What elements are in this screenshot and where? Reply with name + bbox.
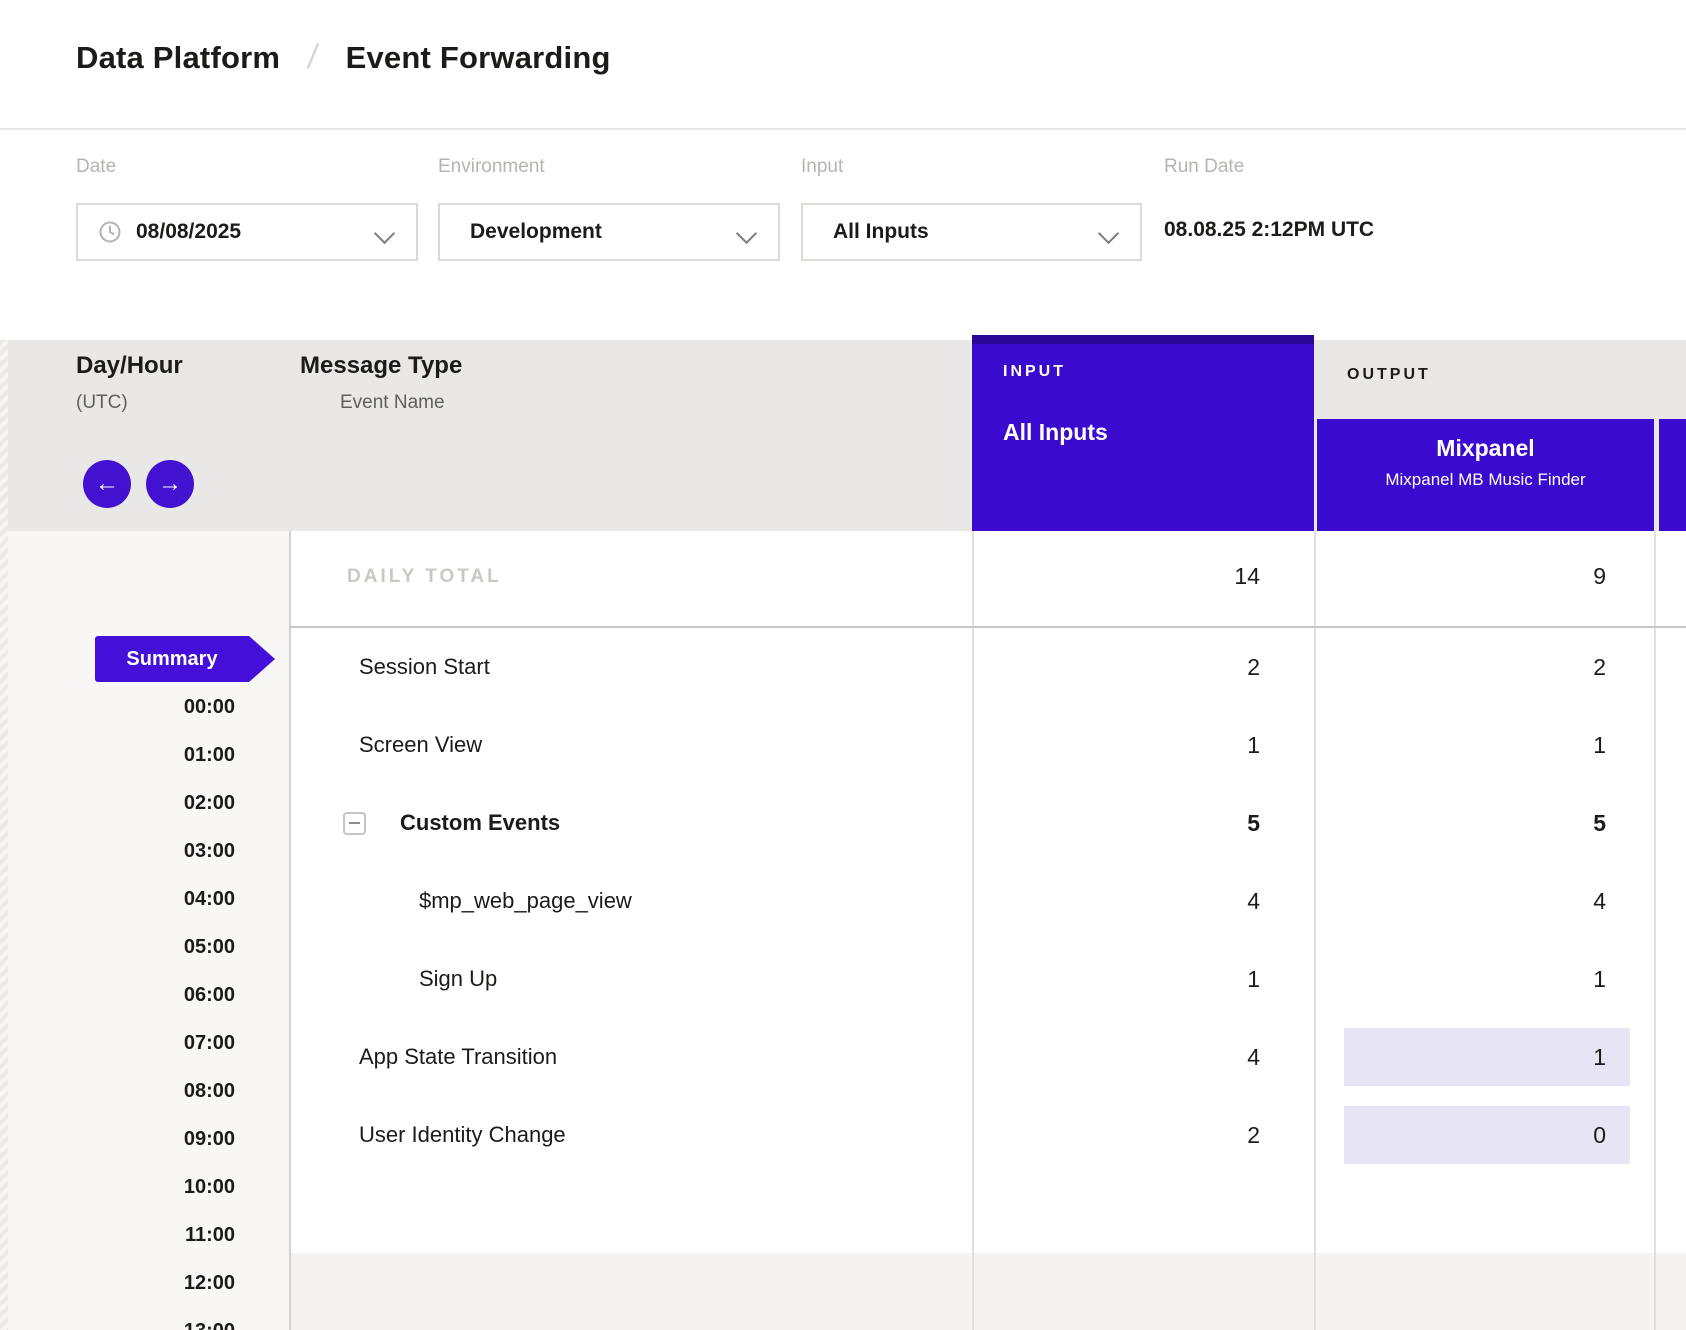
input-value: All Inputs (833, 220, 929, 244)
hour-item-0300[interactable]: 03:00 (0, 827, 235, 875)
output-name: Mixpanel (1436, 434, 1534, 462)
input-column-header[interactable]: INPUT All Inputs (972, 335, 1314, 531)
input-filter-label: Input (801, 156, 843, 178)
output-section-label: OUTPUT (1347, 366, 1431, 384)
table-row-custom-events: Custom Events 5 5 (0, 784, 1686, 862)
message-type-column-title: Message Type (300, 352, 462, 380)
breadcrumb-data-platform[interactable]: Data Platform (76, 40, 280, 76)
hour-item-1300[interactable]: 13:00 (0, 1307, 235, 1330)
row-input-value: 1 (972, 706, 1260, 784)
breadcrumb-bar: Data Platform / Event Forwarding (0, 0, 1686, 130)
summary-tag[interactable]: Summary (95, 636, 275, 682)
clock-icon (98, 220, 122, 244)
hour-item-0100[interactable]: 01:00 (0, 731, 235, 779)
date-dropdown[interactable]: 08/08/2025 (76, 203, 418, 261)
daily-total-label: DAILY TOTAL (347, 566, 502, 588)
environment-filter-label: Environment (438, 156, 545, 178)
breadcrumb-separator: / (305, 38, 320, 77)
table-row-user-identity-change: User Identity Change 2 0 (0, 1096, 1686, 1174)
event-name-column-subtitle: Event Name (340, 392, 445, 414)
breadcrumb: Data Platform / Event Forwarding (76, 38, 611, 77)
table-footer-area (289, 1253, 1686, 1330)
environment-dropdown[interactable]: Development (438, 203, 780, 261)
row-label: Screen View (359, 706, 482, 784)
arrow-left-icon[interactable]: ← (83, 460, 131, 508)
row-input-value: 5 (972, 784, 1260, 862)
run-date-value: 08.08.25 2:12PM UTC (1164, 218, 1374, 242)
hour-item-1000[interactable]: 10:00 (0, 1163, 235, 1211)
input-section-label: INPUT (1003, 363, 1066, 381)
row-input-value: 2 (972, 1096, 1260, 1174)
output-column-header-mixpanel[interactable]: Mixpanel Mixpanel MB Music Finder (1317, 419, 1654, 531)
hour-item-1100[interactable]: 11:00 (0, 1211, 235, 1259)
run-date-label: Run Date (1164, 156, 1244, 178)
summary-tag-label: Summary (95, 636, 249, 682)
environment-value: Development (470, 220, 602, 244)
hour-item-0900[interactable]: 09:00 (0, 1115, 235, 1163)
row-label: App State Transition (359, 1018, 557, 1096)
collapse-minus-icon[interactable] (343, 812, 366, 835)
hour-item-0200[interactable]: 02:00 (0, 779, 235, 827)
chevron-down-icon (1098, 223, 1119, 244)
chevron-down-icon (374, 223, 395, 244)
daily-total-input-value: 14 (972, 563, 1260, 590)
hour-item-0500[interactable]: 05:00 (0, 923, 235, 971)
input-column-name: All Inputs (1003, 419, 1108, 446)
day-hour-column-title: Day/Hour (76, 352, 183, 380)
date-filter-label: Date (76, 156, 116, 178)
row-label: Session Start (359, 628, 490, 706)
row-output-value: 1 (1344, 1028, 1630, 1086)
chevron-down-icon (736, 223, 757, 244)
hour-item-0400[interactable]: 04:00 (0, 875, 235, 923)
event-forwarding-page: Data Platform / Event Forwarding Date En… (0, 0, 1686, 1330)
page-title: Event Forwarding (346, 40, 611, 76)
row-output-value: 4 (1314, 862, 1606, 940)
row-output-value: 1 (1314, 940, 1606, 1018)
hour-item-0600[interactable]: 06:00 (0, 971, 235, 1019)
row-label: Sign Up (419, 940, 497, 1018)
row-label: Custom Events (400, 784, 560, 862)
daily-total-output-value: 9 (1314, 563, 1606, 590)
row-output-value: 1 (1314, 706, 1606, 784)
minus-glyph (349, 822, 360, 824)
hour-item-0000[interactable]: 00:00 (0, 683, 235, 731)
row-label: $mp_web_page_view (419, 862, 632, 940)
row-output-value: 5 (1314, 784, 1606, 862)
hour-item-0800[interactable]: 08:00 (0, 1067, 235, 1115)
table-row-screen-view: Screen View 1 1 (0, 706, 1686, 784)
discrepancy-highlight-cell: 0 (1344, 1106, 1630, 1164)
table-row-app-state-transition: App State Transition 4 1 (0, 1018, 1686, 1096)
hour-item-1200[interactable]: 12:00 (0, 1259, 235, 1307)
date-value: 08/08/2025 (136, 220, 241, 244)
day-hour-column-subtitle: (UTC) (76, 392, 128, 414)
discrepancy-highlight-cell: 1 (1344, 1028, 1630, 1086)
row-input-value: 1 (972, 940, 1260, 1018)
table-row-mp-web-page-view: $mp_web_page_view 4 4 (0, 862, 1686, 940)
row-input-value: 4 (972, 1018, 1260, 1096)
row-output-value: 0 (1344, 1106, 1630, 1164)
hour-item-0700[interactable]: 07:00 (0, 1019, 235, 1067)
row-input-value: 4 (972, 862, 1260, 940)
input-column-accent-strip (972, 335, 1314, 344)
table-row-sign-up: Sign Up 1 1 (0, 940, 1686, 1018)
next-output-column-partial (1659, 419, 1686, 531)
arrow-right-icon[interactable]: → (146, 460, 194, 508)
input-dropdown[interactable]: All Inputs (801, 203, 1142, 261)
row-input-value: 2 (972, 628, 1260, 706)
row-output-value: 2 (1314, 628, 1606, 706)
output-connection-name: Mixpanel MB Music Finder (1385, 469, 1585, 491)
row-label: User Identity Change (359, 1096, 566, 1174)
